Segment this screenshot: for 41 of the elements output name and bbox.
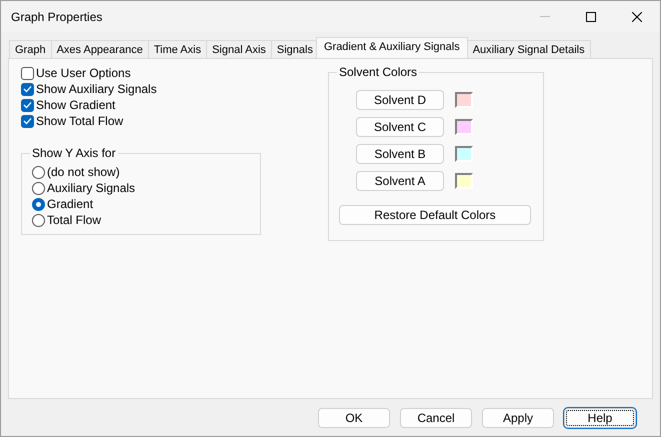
tab[interactable]: Auxiliary Signal Details bbox=[466, 40, 591, 58]
group-title: Solvent Colors bbox=[338, 65, 418, 79]
radio-label: Auxiliary Signals bbox=[47, 181, 136, 195]
radio-label: (do not show) bbox=[47, 165, 120, 179]
radio-button[interactable] bbox=[32, 198, 45, 210]
window-title: Graph Properties bbox=[11, 10, 104, 24]
radio-button[interactable] bbox=[32, 166, 45, 178]
radio-label: Gradient bbox=[47, 197, 94, 211]
dialog-button[interactable]: Apply bbox=[482, 408, 554, 428]
maximize-icon bbox=[586, 12, 596, 22]
solvent-button[interactable]: Solvent D bbox=[356, 90, 444, 110]
solvent-button[interactable]: Solvent B bbox=[356, 144, 444, 164]
tab[interactable]: Signals bbox=[270, 40, 319, 58]
tab[interactable]: Graph bbox=[9, 40, 52, 58]
color-swatch[interactable] bbox=[455, 119, 473, 135]
tab[interactable]: Gradient & Auxiliary Signals bbox=[316, 37, 468, 58]
tab[interactable]: Axes Appearance bbox=[50, 40, 149, 58]
checkbox-label: Show Auxiliary Signals bbox=[36, 82, 157, 96]
checkbox-label: Use User Options bbox=[36, 66, 131, 80]
restore-button[interactable]: Restore Default Colors bbox=[339, 205, 531, 225]
checkbox[interactable] bbox=[21, 82, 34, 96]
radio-button[interactable] bbox=[32, 214, 45, 226]
dialog-button[interactable]: OK bbox=[318, 408, 390, 428]
close-icon bbox=[632, 12, 642, 22]
dialog-button[interactable]: Help bbox=[564, 408, 636, 428]
solvent-button[interactable]: Solvent A bbox=[356, 171, 444, 191]
solvent-button[interactable]: Solvent C bbox=[356, 117, 444, 137]
checkbox[interactable] bbox=[21, 66, 34, 80]
color-swatch[interactable] bbox=[455, 146, 473, 162]
group-title: Show Y Axis for bbox=[31, 146, 117, 160]
dialog-button[interactable]: Cancel bbox=[400, 408, 472, 428]
radio-label: Total Flow bbox=[47, 213, 102, 227]
checkbox-label: Show Gradient bbox=[36, 98, 116, 112]
color-swatch[interactable] bbox=[455, 173, 473, 189]
checkbox[interactable] bbox=[21, 98, 34, 112]
radio-button[interactable] bbox=[32, 182, 45, 194]
checkbox[interactable] bbox=[21, 114, 34, 128]
tab[interactable]: Signal Axis bbox=[206, 40, 272, 58]
checkbox-label: Show Total Flow bbox=[36, 114, 124, 128]
minimize-icon bbox=[540, 16, 550, 17]
color-swatch[interactable] bbox=[455, 92, 473, 108]
